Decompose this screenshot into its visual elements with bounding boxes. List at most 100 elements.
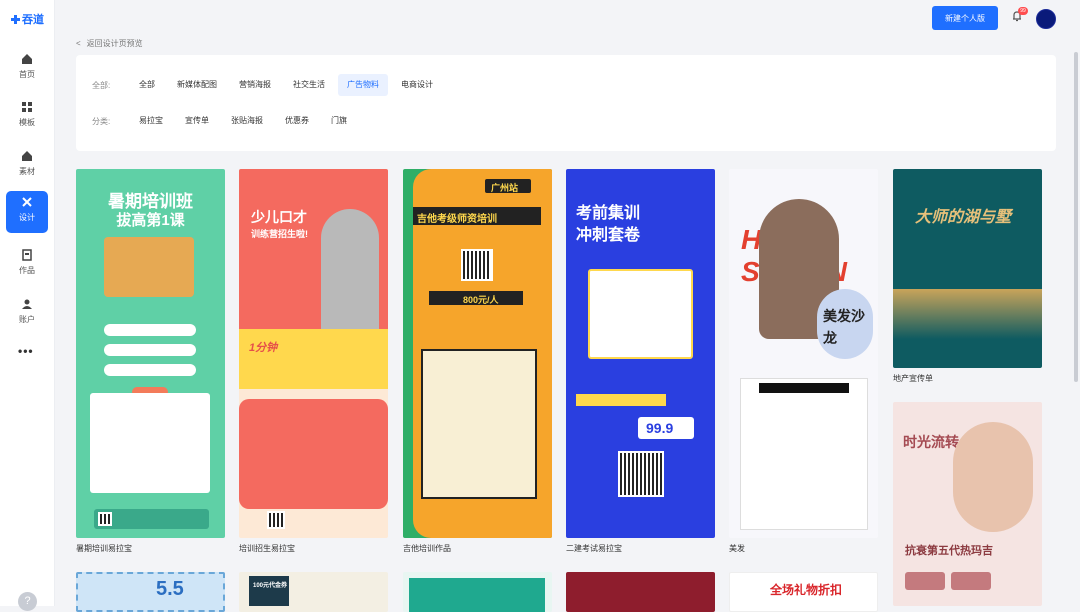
- filter-chip-marketing[interactable]: 营销海报: [230, 74, 280, 96]
- template-card[interactable]: 时光流转 抗衰第五代热玛吉: [893, 402, 1042, 606]
- template-thumbnail[interactable]: 5.5: [76, 572, 225, 612]
- type-chip-poster[interactable]: 张贴海报: [222, 110, 272, 132]
- filter-chip-ad-material[interactable]: 广告物料: [338, 74, 388, 96]
- thumb-price: 800元/人: [463, 295, 499, 305]
- type-chip-coupon[interactable]: 优惠券: [276, 110, 318, 132]
- thumb-title: 广州站: [491, 183, 519, 193]
- template-thumbnail[interactable]: 广州站 吉他考级师资培训 800元/人: [403, 169, 552, 538]
- thumb-subtitle: 拔高第1课: [116, 212, 185, 229]
- type-label: 分类:: [92, 116, 111, 126]
- filter-panel: 全部: 全部 新媒体配图 营销海报 社交生活 广告物料 电商设计 分类: 易拉宝…: [76, 55, 1056, 151]
- sidebar-item-material[interactable]: 素材: [6, 145, 48, 185]
- template-thumbnail[interactable]: 100元代金券: [239, 572, 388, 612]
- template-thumbnail[interactable]: 大师的湖与墅: [893, 169, 1042, 368]
- template-card[interactable]: [403, 572, 552, 612]
- template-thumbnail[interactable]: 时光流转 抗衰第五代热玛吉: [893, 402, 1042, 606]
- breadcrumb-link[interactable]: 返回设计页预览: [87, 38, 143, 49]
- template-card[interactable]: 少儿口才 训练营招生啦! 1分钟 培训招生易拉宝: [239, 169, 388, 553]
- thumb-title: 100元代金券: [253, 583, 288, 589]
- filter-chip-ecommerce[interactable]: 电商设计: [392, 74, 442, 96]
- template-card[interactable]: [566, 572, 715, 612]
- thumb-title: 5.5: [156, 578, 184, 600]
- template-caption: 地产宣传单: [893, 374, 933, 383]
- sidebar-item-label: 模板: [19, 118, 35, 127]
- template-card[interactable]: 全场礼物折扣: [729, 572, 878, 612]
- thumb-pill: [104, 324, 196, 336]
- thumb-subtitle: 冲刺套卷: [576, 227, 641, 244]
- category-filter-row: 全部: 全部 新媒体配图 营销海报 社交生活 广告物料 电商设计: [92, 74, 446, 96]
- thumb-button: [951, 572, 991, 590]
- type-chip-banner[interactable]: 门旗: [322, 110, 356, 132]
- template-card[interactable]: 5.5: [76, 572, 225, 612]
- sidebar-item-templates[interactable]: 模板: [6, 96, 48, 136]
- thumb-illustration: [104, 237, 194, 297]
- template-caption: 二建考试易拉宝: [566, 544, 622, 553]
- thumb-title: 全场礼物折扣: [770, 583, 843, 597]
- template-thumbnail[interactable]: 暑期培训班 拔高第1课: [76, 169, 225, 538]
- thumb-title: 少儿口才: [251, 209, 307, 225]
- thumb-subtitle: 吉他考级师资培训: [417, 214, 497, 225]
- template-thumbnail[interactable]: 全场礼物折扣: [729, 572, 878, 612]
- type-chip-rollup[interactable]: 易拉宝: [130, 110, 172, 132]
- template-thumbnail[interactable]: 考前集训 冲刺套卷 99.9: [566, 169, 715, 538]
- category-label: 全部:: [92, 80, 111, 90]
- sidebar-item-label: 账户: [19, 315, 35, 324]
- back-arrow-icon[interactable]: <: [76, 39, 81, 48]
- template-card[interactable]: 考前集训 冲刺套卷 99.9 二建考试易拉宝: [566, 169, 715, 553]
- logo-icon: [11, 14, 20, 24]
- grid-icon: [22, 102, 32, 112]
- notification-badge: 99: [1018, 7, 1028, 15]
- template-caption: 吉他培训作品: [403, 544, 451, 553]
- logo-text: 吞道: [22, 14, 44, 26]
- thumb-subtitle: 美发沙龙: [823, 308, 865, 346]
- template-card[interactable]: 100元代金券: [239, 572, 388, 612]
- template-thumbnail[interactable]: [403, 572, 552, 612]
- template-card[interactable]: HAIR SALON 美发沙龙 美发: [729, 169, 878, 553]
- template-thumbnail[interactable]: [566, 572, 715, 612]
- account-icon: [22, 299, 32, 309]
- template-card[interactable]: 广州站 吉他考级师资培训 800元/人 吉他培训作品: [403, 169, 552, 553]
- thumb-content-box: [588, 269, 693, 359]
- template-thumbnail[interactable]: HAIR SALON 美发沙龙: [729, 169, 878, 538]
- thumb-button: [905, 572, 945, 590]
- template-card[interactable]: 暑期培训班 拔高第1课 暑期培训易拉宝: [76, 169, 225, 553]
- new-personal-button[interactable]: 新建个人版: [932, 6, 998, 30]
- thumb-banner: [576, 394, 666, 406]
- page-scrollbar[interactable]: [1074, 52, 1078, 382]
- template-card[interactable]: 大师的湖与墅 地产宣传单: [893, 169, 1042, 383]
- design-icon: [22, 197, 32, 207]
- type-filter-row: 分类: 易拉宝 宣传单 张贴海报 优惠券 门旗: [92, 110, 360, 132]
- template-caption: 培训招生易拉宝: [239, 544, 295, 553]
- thumb-title: 考前集训: [576, 205, 641, 222]
- sidebar-item-label: 作品: [19, 266, 35, 275]
- thumb-skyline: [893, 289, 1042, 339]
- template-caption: 暑期培训易拉宝: [76, 544, 132, 553]
- thumb-content-box: [90, 393, 210, 493]
- breadcrumb: < 返回设计页预览: [76, 38, 143, 49]
- thumb-pill: [104, 344, 196, 356]
- filter-chip-all[interactable]: 全部: [130, 74, 164, 96]
- sidebar-item-design[interactable]: 设计: [6, 191, 48, 233]
- thumb-content-box: [421, 349, 537, 499]
- sidebar-item-label: 设计: [19, 213, 35, 222]
- thumb-coupon-card: [741, 379, 867, 529]
- more-button[interactable]: •••: [18, 344, 34, 358]
- filter-chip-social[interactable]: 社交生活: [284, 74, 334, 96]
- app-logo[interactable]: 吞道: [11, 11, 44, 27]
- qr-code: [267, 511, 285, 529]
- template-thumbnail[interactable]: 少儿口才 训练营招生啦! 1分钟: [239, 169, 388, 538]
- thumb-block: [409, 578, 545, 612]
- type-chip-flyer[interactable]: 宣传单: [176, 110, 218, 132]
- sidebar-item-works[interactable]: 作品: [6, 244, 48, 284]
- sidebar-item-home[interactable]: 首页: [6, 48, 48, 88]
- qr-code: [618, 451, 664, 497]
- sidebar-item-account[interactable]: 账户: [6, 293, 48, 333]
- works-icon: [22, 249, 32, 261]
- thumb-highlight: 1分钟: [249, 342, 278, 354]
- avatar[interactable]: [1036, 9, 1056, 29]
- qr-code: [98, 512, 112, 526]
- help-button[interactable]: ?: [18, 592, 37, 611]
- thumb-pill: [104, 364, 196, 376]
- filter-chip-new-media[interactable]: 新媒体配图: [168, 74, 226, 96]
- thumb-price: 99.9: [646, 420, 674, 436]
